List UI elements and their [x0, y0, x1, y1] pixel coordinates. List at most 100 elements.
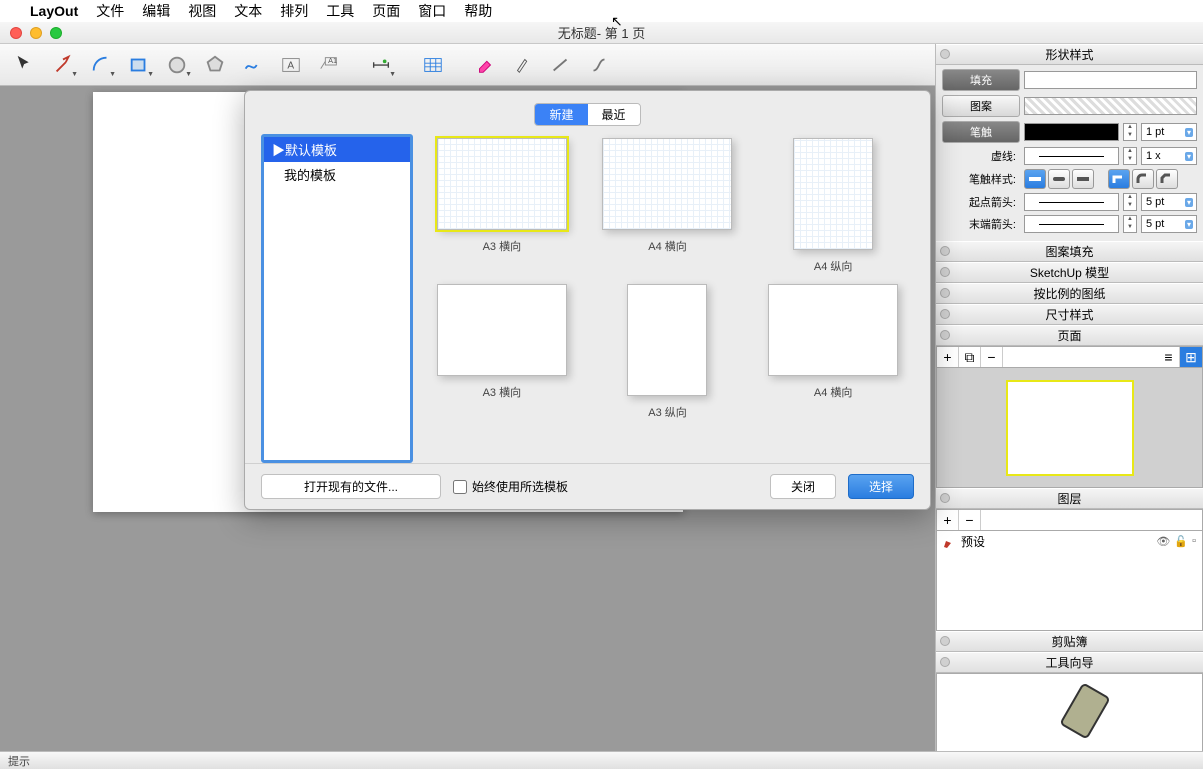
rectangle-tool[interactable]: ▼	[122, 50, 156, 80]
template-item[interactable]: A3 纵向	[595, 284, 741, 420]
stroke-swatch[interactable]	[1024, 123, 1119, 141]
dash-select[interactable]	[1024, 147, 1119, 165]
end-arrow-stepper[interactable]: ▲▼	[1123, 215, 1137, 233]
template-thumbnail[interactable]	[437, 138, 567, 230]
share-icon[interactable]: ▫	[1192, 535, 1196, 548]
style-tool[interactable]	[506, 50, 540, 80]
join-tool[interactable]	[582, 50, 616, 80]
template-thumbnail[interactable]	[627, 284, 707, 396]
template-item[interactable]: A4 纵向	[760, 138, 906, 274]
panel-shape-style-header[interactable]: 形状样式	[936, 44, 1203, 65]
cap-round[interactable]	[1048, 169, 1070, 189]
dash-scale-stepper[interactable]: ▲▼	[1123, 147, 1137, 165]
remove-layer-button[interactable]: −	[959, 510, 981, 530]
fill-swatch[interactable]	[1024, 71, 1197, 89]
template-thumbnail[interactable]	[768, 284, 898, 376]
pattern-swatch[interactable]	[1024, 97, 1197, 115]
app-menu[interactable]: LayOut	[30, 3, 78, 19]
close-window-button[interactable]	[10, 27, 22, 39]
fill-toggle[interactable]: 填充	[942, 69, 1020, 91]
layer-list[interactable]: 预设 👁 🔓 ▫	[936, 531, 1203, 631]
stroke-width-stepper[interactable]: ▲▼	[1123, 123, 1137, 141]
menu-help[interactable]: 帮助	[464, 1, 492, 21]
open-existing-button[interactable]: 打开现有的文件...	[261, 474, 441, 499]
duplicate-page-button[interactable]: ⧉	[959, 347, 981, 367]
join-bevel[interactable]	[1156, 169, 1178, 189]
template-grid[interactable]: A3 横向A4 横向A4 纵向A3 横向A3 纵向A4 横向	[421, 134, 914, 463]
menu-file[interactable]: 文件	[96, 1, 124, 21]
split-tool[interactable]	[544, 50, 578, 80]
line-tool[interactable]: ▼	[46, 50, 80, 80]
join-round[interactable]	[1132, 169, 1154, 189]
end-arrow-select[interactable]	[1024, 215, 1119, 233]
circle-tool[interactable]: ▼	[160, 50, 194, 80]
category-default[interactable]: ▶默认模板	[264, 137, 410, 162]
template-category-list[interactable]: ▶默认模板 我的模板	[261, 134, 413, 463]
table-tool[interactable]	[416, 50, 450, 80]
start-arrow-stepper[interactable]: ▲▼	[1123, 193, 1137, 211]
menu-view[interactable]: 视图	[188, 1, 216, 21]
panel-dim-header[interactable]: 尺寸样式	[936, 304, 1203, 325]
pages-thumbnails[interactable]	[936, 368, 1203, 488]
template-thumbnail[interactable]	[793, 138, 873, 250]
eraser-tool[interactable]	[468, 50, 502, 80]
cap-square[interactable]	[1072, 169, 1094, 189]
remove-page-button[interactable]: −	[981, 347, 1003, 367]
tab-recent[interactable]: 最近	[588, 104, 640, 125]
start-arrow-select[interactable]	[1024, 193, 1119, 211]
end-arrow-label: 末端箭头:	[942, 216, 1020, 232]
panel-sketchup-header[interactable]: SketchUp 模型	[936, 262, 1203, 283]
tab-new[interactable]: 新建	[535, 104, 587, 125]
panel-pattern-fill-header[interactable]: 图案填充	[936, 241, 1203, 262]
visibility-icon[interactable]: 👁	[1156, 535, 1170, 548]
page-thumbnail-1[interactable]	[1006, 380, 1134, 476]
add-layer-button[interactable]: +	[937, 510, 959, 530]
grid-view-button[interactable]: ⊞	[1180, 347, 1202, 367]
panel-pages-header[interactable]: 页面	[936, 325, 1203, 346]
menu-text[interactable]: 文本	[234, 1, 262, 21]
select-tool[interactable]	[8, 50, 42, 80]
cap-flat[interactable]	[1024, 169, 1046, 189]
menu-pages[interactable]: 页面	[372, 1, 400, 21]
menu-tools[interactable]: 工具	[326, 1, 354, 21]
pattern-toggle[interactable]: 图案	[942, 95, 1020, 117]
menu-window[interactable]: 窗口	[418, 1, 446, 21]
panel-scrapbook-header[interactable]: 剪贴簿	[936, 631, 1203, 652]
close-button[interactable]: 关闭	[770, 474, 836, 499]
select-button[interactable]: 选择	[848, 474, 914, 499]
template-item[interactable]: A3 横向	[429, 284, 575, 420]
label-tool[interactable]: A1	[312, 50, 346, 80]
join-miter[interactable]	[1108, 169, 1130, 189]
lock-icon[interactable]: 🔓	[1174, 535, 1188, 548]
panel-layers-header[interactable]: 图层	[936, 488, 1203, 509]
template-item[interactable]: A4 横向	[760, 284, 906, 420]
polygon-tool[interactable]	[198, 50, 232, 80]
toolbar: ▼ ▼ ▼ ▼ A A1 ▼	[0, 44, 935, 86]
list-view-button[interactable]: ≡	[1158, 347, 1180, 367]
stroke-toggle[interactable]: 笔触	[942, 121, 1020, 143]
stroke-width-select[interactable]: 1 pt	[1141, 123, 1197, 141]
layer-row[interactable]: 预设 👁 🔓 ▫	[937, 531, 1202, 552]
always-use-checkbox-input[interactable]	[453, 480, 467, 494]
arc-tool[interactable]: ▼	[84, 50, 118, 80]
menu-arrange[interactable]: 排列	[280, 1, 308, 21]
freehand-tool[interactable]	[236, 50, 270, 80]
start-arrow-size[interactable]: 5 pt	[1141, 193, 1197, 211]
template-item[interactable]: A3 横向	[429, 138, 575, 274]
minimize-window-button[interactable]	[30, 27, 42, 39]
template-item[interactable]: A4 横向	[595, 138, 741, 274]
add-page-button[interactable]: +	[937, 347, 959, 367]
end-arrow-size[interactable]: 5 pt	[1141, 215, 1197, 233]
dash-scale-select[interactable]: 1 x	[1141, 147, 1197, 165]
dimension-tool[interactable]: ▼	[364, 50, 398, 80]
always-use-checkbox[interactable]: 始终使用所选模板	[453, 478, 568, 495]
template-label: A3 横向	[429, 238, 575, 254]
panel-scaled-header[interactable]: 按比例的图纸	[936, 283, 1203, 304]
menu-edit[interactable]: 编辑	[142, 1, 170, 21]
panel-guide-header[interactable]: 工具向导	[936, 652, 1203, 673]
template-thumbnail[interactable]	[602, 138, 732, 230]
zoom-window-button[interactable]	[50, 27, 62, 39]
template-thumbnail[interactable]	[437, 284, 567, 376]
text-tool[interactable]: A	[274, 50, 308, 80]
category-my-templates[interactable]: 我的模板	[264, 162, 410, 187]
